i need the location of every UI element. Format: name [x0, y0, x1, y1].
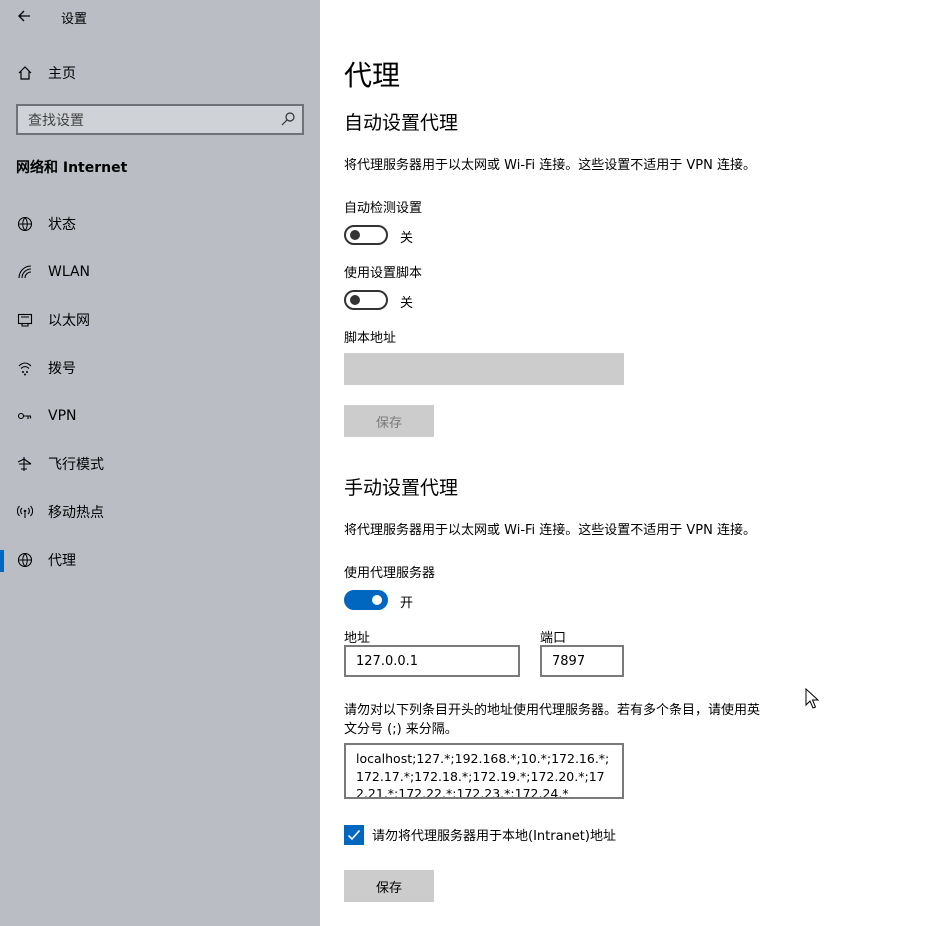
use-proxy-toggle[interactable]	[344, 590, 388, 610]
sidebar-item-label: 以太网	[48, 313, 90, 329]
home-icon	[16, 64, 34, 82]
sidebar-item-hotspot[interactable]: 移动热点	[0, 492, 320, 532]
ethernet-icon	[16, 311, 34, 329]
title-bar: 设置	[0, 0, 320, 32]
sidebar-item-label: 代理	[48, 553, 76, 569]
checkmark-icon	[347, 829, 361, 841]
manual-proxy-description: 将代理服务器用于以太网或 Wi-Fi 连接。这些设置不适用于 VPN 连接。	[344, 523, 757, 538]
sidebar-item-label: VPN	[48, 408, 77, 424]
sidebar-item-airplane[interactable]: 飞行模式	[0, 444, 320, 484]
globe-status-icon	[16, 215, 34, 233]
auto-save-button[interactable]: 保存	[344, 405, 434, 437]
port-input[interactable]: 7897	[540, 645, 624, 677]
search-input[interactable]: 查找设置	[16, 104, 304, 135]
main-content: 代理 自动设置代理 将代理服务器用于以太网或 Wi-Fi 连接。这些设置不适用于…	[320, 0, 929, 926]
address-input[interactable]: 127.0.0.1	[344, 645, 520, 677]
app-title: 设置	[61, 12, 88, 27]
exceptions-note-line2: 文分号 (;) 来分隔。	[344, 722, 458, 737]
sidebar-item-label: 状态	[48, 217, 76, 233]
sidebar-item-home[interactable]: 主页	[0, 53, 320, 93]
toggle-knob	[372, 595, 382, 605]
script-address-label: 脚本地址	[344, 331, 397, 346]
page-title: 代理	[344, 59, 401, 92]
address-label: 地址	[344, 631, 371, 646]
exceptions-textarea[interactable]: localhost;127.*;192.168.*;10.*;172.16.*;…	[344, 743, 624, 799]
wifi-icon	[16, 263, 34, 281]
sidebar-item-proxy[interactable]: 代理	[0, 540, 320, 580]
search-icon	[281, 112, 295, 126]
setup-script-toggle[interactable]	[344, 290, 388, 310]
auto-proxy-heading: 自动设置代理	[344, 112, 459, 134]
sidebar-item-dialup[interactable]: 拨号	[0, 348, 320, 388]
hotspot-icon	[16, 503, 34, 521]
setup-script-state: 关	[400, 296, 414, 311]
section-title: 网络和 Internet	[16, 160, 128, 176]
sidebar-item-label: 飞行模式	[48, 457, 104, 473]
bypass-local-label[interactable]: 请勿将代理服务器用于本地(Intranet)地址	[372, 825, 616, 844]
dialup-icon	[16, 359, 34, 377]
auto-detect-toggle[interactable]	[344, 225, 388, 245]
back-button[interactable]	[12, 4, 36, 28]
auto-proxy-description: 将代理服务器用于以太网或 Wi-Fi 连接。这些设置不适用于 VPN 连接。	[344, 158, 757, 173]
auto-detect-state: 关	[400, 231, 414, 246]
manual-save-button[interactable]: 保存	[344, 870, 434, 902]
sidebar-item-label: WLAN	[48, 264, 91, 280]
exceptions-note-line1: 请勿对以下列条目开头的地址使用代理服务器。若有多个条目，请使用英	[344, 703, 761, 718]
sidebar-item-status[interactable]: 状态	[0, 204, 320, 244]
script-address-input[interactable]	[344, 353, 624, 385]
bypass-local-checkbox[interactable]	[344, 825, 364, 845]
globe-icon	[16, 551, 34, 569]
toggle-knob	[350, 295, 360, 305]
search-placeholder: 查找设置	[28, 112, 84, 129]
sidebar-item-label: 移动热点	[48, 505, 104, 521]
toggle-knob	[350, 230, 360, 240]
sidebar: 设置 主页 查找设置 网络和 Internet 状态 WLAN 以太网 拨号 V…	[0, 0, 320, 926]
use-proxy-label: 使用代理服务器	[344, 566, 436, 581]
manual-proxy-heading: 手动设置代理	[344, 477, 459, 499]
setup-script-label: 使用设置脚本	[344, 266, 423, 281]
mouse-cursor-icon	[805, 688, 819, 709]
vpn-icon	[16, 407, 34, 425]
port-label: 端口	[540, 631, 567, 646]
sidebar-item-wlan[interactable]: WLAN	[0, 252, 320, 292]
back-arrow-icon	[18, 10, 30, 22]
use-proxy-state: 开	[400, 596, 414, 611]
airplane-icon	[16, 455, 34, 473]
sidebar-item-vpn[interactable]: VPN	[0, 396, 320, 436]
sidebar-item-ethernet[interactable]: 以太网	[0, 300, 320, 340]
sidebar-item-label: 拨号	[48, 361, 76, 377]
sidebar-item-label: 主页	[48, 66, 76, 82]
auto-detect-label: 自动检测设置	[344, 201, 423, 216]
